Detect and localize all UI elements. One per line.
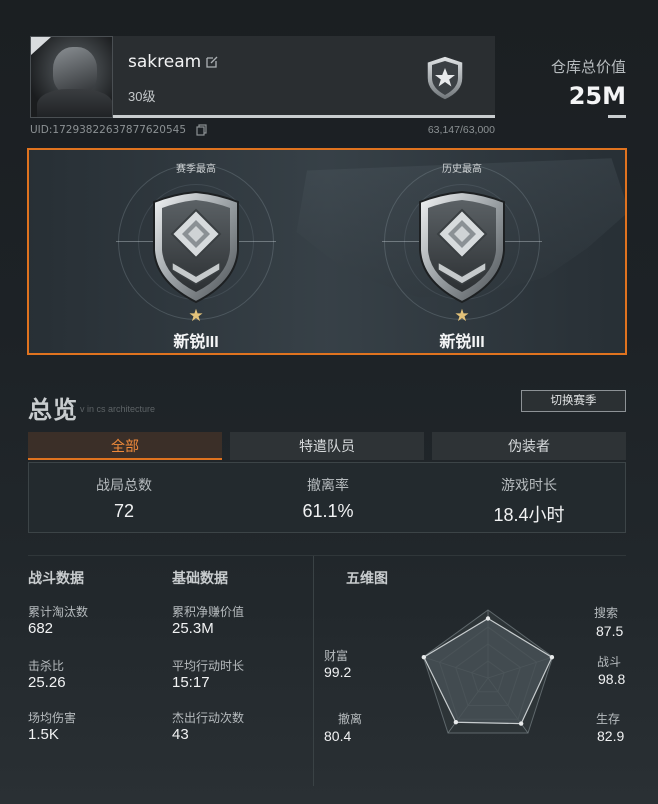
stat-label: 战局总数 (96, 477, 152, 493)
rank-badge-icon (414, 190, 510, 304)
basic-label: 累积净赚价值 (172, 605, 245, 619)
overview-title: 总览 (28, 397, 78, 424)
xp-progress-bar (113, 115, 495, 118)
rank-star-icon: ★ (188, 306, 204, 325)
rank-panel[interactable]: 赛季最高 ★ 新锐III 历史最高 ★ 新锐III (27, 148, 627, 355)
season-best-rank: 赛季最高 ★ 新锐III (116, 150, 276, 353)
combat-label: 场均伤害 (28, 711, 77, 725)
radar-point (549, 655, 555, 660)
username: sakream (128, 52, 202, 72)
avatar[interactable] (30, 36, 113, 118)
radar-point (453, 720, 459, 725)
overview-stats: 战局总数 72 撤离率 61.1% 游戏时长 18.4小时 (28, 462, 626, 533)
combat-data-title: 战斗数据 (28, 570, 84, 586)
stat-total-matches: 战局总数 72 (49, 475, 199, 522)
basic-label: 杰出行动次数 (172, 711, 245, 725)
radar-value-combat: 98.8 (598, 671, 626, 687)
avatar-tag-icon (31, 37, 51, 55)
radar-value-wealth: 99.2 (324, 664, 352, 680)
stat-value: 72 (113, 501, 135, 521)
player-level: 30级 (128, 89, 156, 104)
combat-value: 25.26 (28, 674, 66, 691)
warehouse-value: 25M (568, 82, 626, 110)
section-divider (28, 555, 626, 556)
basic-value: 43 (172, 726, 189, 743)
rank-badge-icon (148, 190, 244, 304)
radar-label-combat: 战斗 (597, 655, 622, 669)
rank-caption: 历史最高 (442, 164, 482, 175)
rank-name: 新锐III (173, 334, 219, 351)
uid-text: UID:17293822637877620545 (30, 124, 187, 136)
rank-emblem-icon (423, 54, 467, 102)
combat-value: 1.5K (28, 726, 59, 743)
basic-value: 25.3M (172, 620, 214, 637)
radar-label-extraction: 撤离 (338, 712, 363, 726)
history-best-rank: 历史最高 ★ 新锐III (382, 150, 542, 353)
stat-value: 18.4小时 (493, 505, 565, 525)
radar-point (518, 721, 524, 726)
radar-value-search: 87.5 (596, 623, 624, 639)
radar-chart (421, 609, 555, 734)
radar-point (421, 654, 427, 660)
rank-name: 新锐III (439, 334, 485, 351)
copy-icon[interactable] (196, 123, 208, 136)
radar-label-search: 搜索 (594, 606, 619, 620)
radar-value-extraction: 80.4 (324, 728, 352, 744)
radar-value-survival: 82.9 (597, 728, 625, 744)
radar-label-survival: 生存 (596, 712, 621, 726)
radar-label-wealth: 财富 (324, 649, 349, 663)
rank-caption: 赛季最高 (176, 164, 216, 175)
basic-value: 15:17 (172, 674, 210, 691)
stat-value: 61.1% (302, 501, 354, 521)
overview-subtitle: v in cs architecture (80, 404, 156, 414)
avatar-shoulder-shape (37, 89, 112, 117)
tab-disguiser[interactable]: 伪装者 (432, 432, 626, 460)
tab-all[interactable]: 全部 (28, 432, 222, 460)
avatar-head-shape (53, 47, 97, 95)
mode-tabs: 全部 特遣队员 伪装者 (28, 432, 626, 460)
edit-icon[interactable] (205, 55, 219, 69)
xp-text: 63,147/63,000 (427, 124, 495, 136)
column-divider (313, 556, 314, 786)
basic-label: 平均行动时长 (172, 659, 245, 673)
switch-season-button[interactable]: 切换赛季 (521, 390, 626, 412)
combat-label: 击杀比 (28, 659, 65, 673)
radar-point (485, 616, 491, 621)
rank-star-icon: ★ (454, 306, 470, 325)
stat-label: 游戏时长 (501, 477, 557, 493)
warehouse-value-label: 仓库总价值 (550, 59, 626, 76)
stat-play-time: 游戏时长 18.4小时 (454, 475, 604, 527)
stat-extract-rate: 撤离率 61.1% (253, 475, 403, 522)
combat-label: 累计淘汰数 (28, 605, 89, 619)
stat-label: 撤离率 (307, 477, 349, 493)
combat-value: 682 (28, 620, 54, 637)
warehouse-value-underline (608, 115, 626, 118)
basic-data-title: 基础数据 (172, 570, 228, 586)
tab-operatives[interactable]: 特遣队员 (230, 432, 424, 460)
